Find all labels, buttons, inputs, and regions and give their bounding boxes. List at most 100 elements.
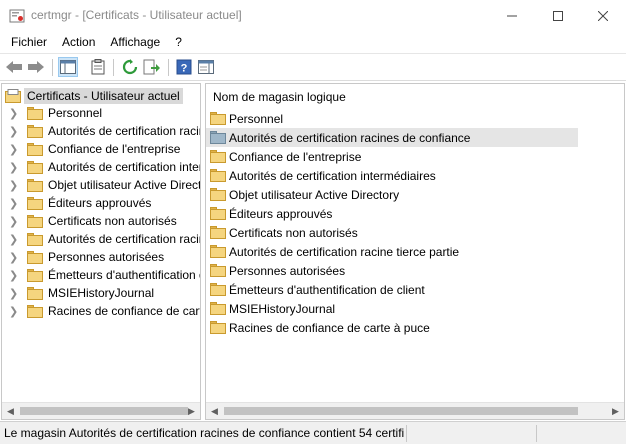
list-item[interactable]: Personnes autorisées (206, 261, 578, 280)
tree-item[interactable]: ❯ Objet utilisateur Active Directory (9, 176, 201, 194)
scroll-left-icon[interactable]: ◀ (206, 403, 223, 419)
folder-icon (27, 196, 43, 210)
chevron-right-icon[interactable]: ❯ (9, 305, 21, 318)
list-item[interactable]: Confiance de l'entreprise (206, 147, 578, 166)
list-item[interactable]: Éditeurs approuvés (206, 204, 578, 223)
menu-action[interactable]: Action (62, 35, 95, 49)
back-button[interactable] (4, 57, 24, 77)
help-icon: ? (176, 59, 192, 75)
tree-item-label: Autorités de certification racine tierce… (48, 232, 200, 246)
list-horizontal-scrollbar[interactable]: ◀ ▶ (206, 402, 624, 419)
list-item-label: Autorités de certification racine tierce… (229, 244, 460, 259)
toolbar-separator (113, 59, 114, 76)
list-item-label: Personnes autorisées (229, 263, 346, 278)
tree-item[interactable]: ❯ Autorités de certification intermédiair… (9, 158, 200, 176)
list-item[interactable]: Personnel (206, 109, 578, 128)
tree-item[interactable]: ❯ Personnel (9, 104, 102, 122)
list-item[interactable]: Autorités de certification racine tierce… (206, 242, 578, 261)
menu-affichage[interactable]: Affichage (110, 35, 160, 49)
chevron-right-icon[interactable]: ❯ (9, 269, 21, 282)
tree-item-label: Personnes autorisées (48, 250, 165, 264)
chevron-right-icon[interactable]: ❯ (9, 125, 21, 138)
chevron-right-icon[interactable]: ❯ (9, 197, 21, 210)
folder-icon (210, 169, 226, 182)
properties-button[interactable] (88, 57, 108, 77)
menu-help[interactable]: ? (175, 35, 182, 49)
folder-icon (27, 160, 43, 174)
tree-item-label: Autorités de certification intermédiaire… (48, 160, 200, 174)
chevron-right-icon[interactable]: ❯ (9, 251, 21, 264)
help-button[interactable]: ? (174, 57, 194, 77)
list-item-label: Confiance de l'entreprise (229, 149, 362, 164)
title-bar: certmgr - [Certificats - Utilisateur act… (0, 0, 626, 31)
tree-horizontal-scrollbar[interactable]: ◀ ▶ (2, 402, 200, 419)
chevron-right-icon[interactable]: ❯ (9, 161, 21, 174)
list-item-label: Objet utilisateur Active Directory (229, 187, 400, 202)
scroll-right-icon[interactable]: ▶ (183, 403, 200, 419)
tree-item[interactable]: ❯ Confiance de l'entreprise (9, 140, 180, 158)
tree-item[interactable]: ❯ Racines de confiance de carte à puce (9, 302, 200, 320)
folder-icon (210, 207, 226, 220)
chevron-right-icon[interactable]: ❯ (9, 287, 21, 300)
list-item[interactable]: Autorités de certification racines de co… (206, 128, 578, 147)
tree-pane[interactable]: Certificats - Utilisateur actuel ❯ Person… (1, 83, 201, 420)
folder-icon (210, 321, 226, 334)
column-header-name[interactable]: Nom de magasin logique (213, 90, 346, 104)
action-pane-button[interactable] (196, 57, 216, 77)
list-item[interactable]: Objet utilisateur Active Directory (206, 185, 578, 204)
list-item[interactable]: Racines de confiance de carte à puce (206, 318, 578, 337)
tree-item[interactable]: ❯ Autorités de certification racines de c… (9, 122, 200, 140)
tree-root[interactable]: Certificats - Utilisateur actuel (5, 87, 183, 104)
folder-icon (27, 214, 43, 228)
list-item[interactable]: Émetteurs d'authentification de client (206, 280, 578, 299)
show-tree-button[interactable] (58, 57, 78, 77)
status-bar: Le magasin Autorités de certification ra… (0, 421, 626, 444)
tree-item[interactable]: ❯ Autorités de certification racine tierc… (9, 230, 200, 248)
tree-item[interactable]: ❯ Éditeurs approuvés (9, 194, 151, 212)
list-item[interactable]: Autorités de certification intermédiaire… (206, 166, 578, 185)
minimize-button[interactable] (489, 0, 535, 31)
tree-item[interactable]: ❯ MSIEHistoryJournal (9, 284, 154, 302)
folder-icon (27, 268, 43, 282)
tree-item[interactable]: ❯ Émetteurs d'authentification de client (9, 266, 200, 284)
chevron-right-icon[interactable]: ❯ (9, 179, 21, 192)
chevron-right-icon[interactable]: ❯ (9, 233, 21, 246)
folder-icon (210, 112, 226, 125)
folder-icon (210, 150, 226, 163)
status-separator (536, 425, 537, 442)
folder-icon (210, 264, 226, 277)
list-item-label: Racines de confiance de carte à puce (229, 320, 430, 335)
tree-item[interactable]: ❯ Certificats non autorisés (9, 212, 177, 230)
chevron-right-icon[interactable]: ❯ (9, 143, 21, 156)
maximize-button[interactable] (535, 0, 581, 31)
forward-arrow-icon (28, 61, 44, 73)
list-item[interactable]: Certificats non autorisés (206, 223, 578, 242)
scroll-left-icon[interactable]: ◀ (2, 403, 19, 419)
certmgr-app-icon (9, 9, 25, 23)
tree-item-label: Objet utilisateur Active Directory (48, 178, 201, 192)
refresh-button[interactable] (120, 57, 140, 77)
export-list-button[interactable] (142, 57, 162, 77)
chevron-right-icon[interactable]: ❯ (9, 107, 21, 120)
list-item[interactable]: MSIEHistoryJournal (206, 299, 578, 318)
chevron-right-icon[interactable]: ❯ (9, 215, 21, 228)
close-button[interactable] (580, 0, 626, 31)
back-arrow-icon (6, 61, 22, 73)
forward-button[interactable] (26, 57, 46, 77)
tree-item[interactable]: ❯ Personnes autorisées (9, 248, 164, 266)
maximize-icon (553, 10, 563, 21)
tree-item-label: Certificats non autorisés (48, 214, 177, 228)
list-item-label: Autorités de certification racines de co… (229, 130, 471, 145)
scrollbar-thumb[interactable] (20, 407, 188, 415)
folder-icon (27, 304, 43, 318)
menu-fichier[interactable]: Fichier (11, 35, 47, 49)
close-icon (598, 10, 608, 21)
properties-icon (91, 59, 105, 75)
scroll-right-icon[interactable]: ▶ (607, 403, 624, 419)
folder-icon (210, 245, 226, 258)
show-tree-icon (60, 60, 76, 74)
toolbar-separator (168, 59, 169, 76)
store-list-pane[interactable]: Nom de magasin logique Personnel Autorité… (205, 83, 625, 420)
scrollbar-thumb[interactable] (224, 407, 578, 415)
tree-item-label: Émetteurs d'authentification de client (48, 268, 200, 282)
